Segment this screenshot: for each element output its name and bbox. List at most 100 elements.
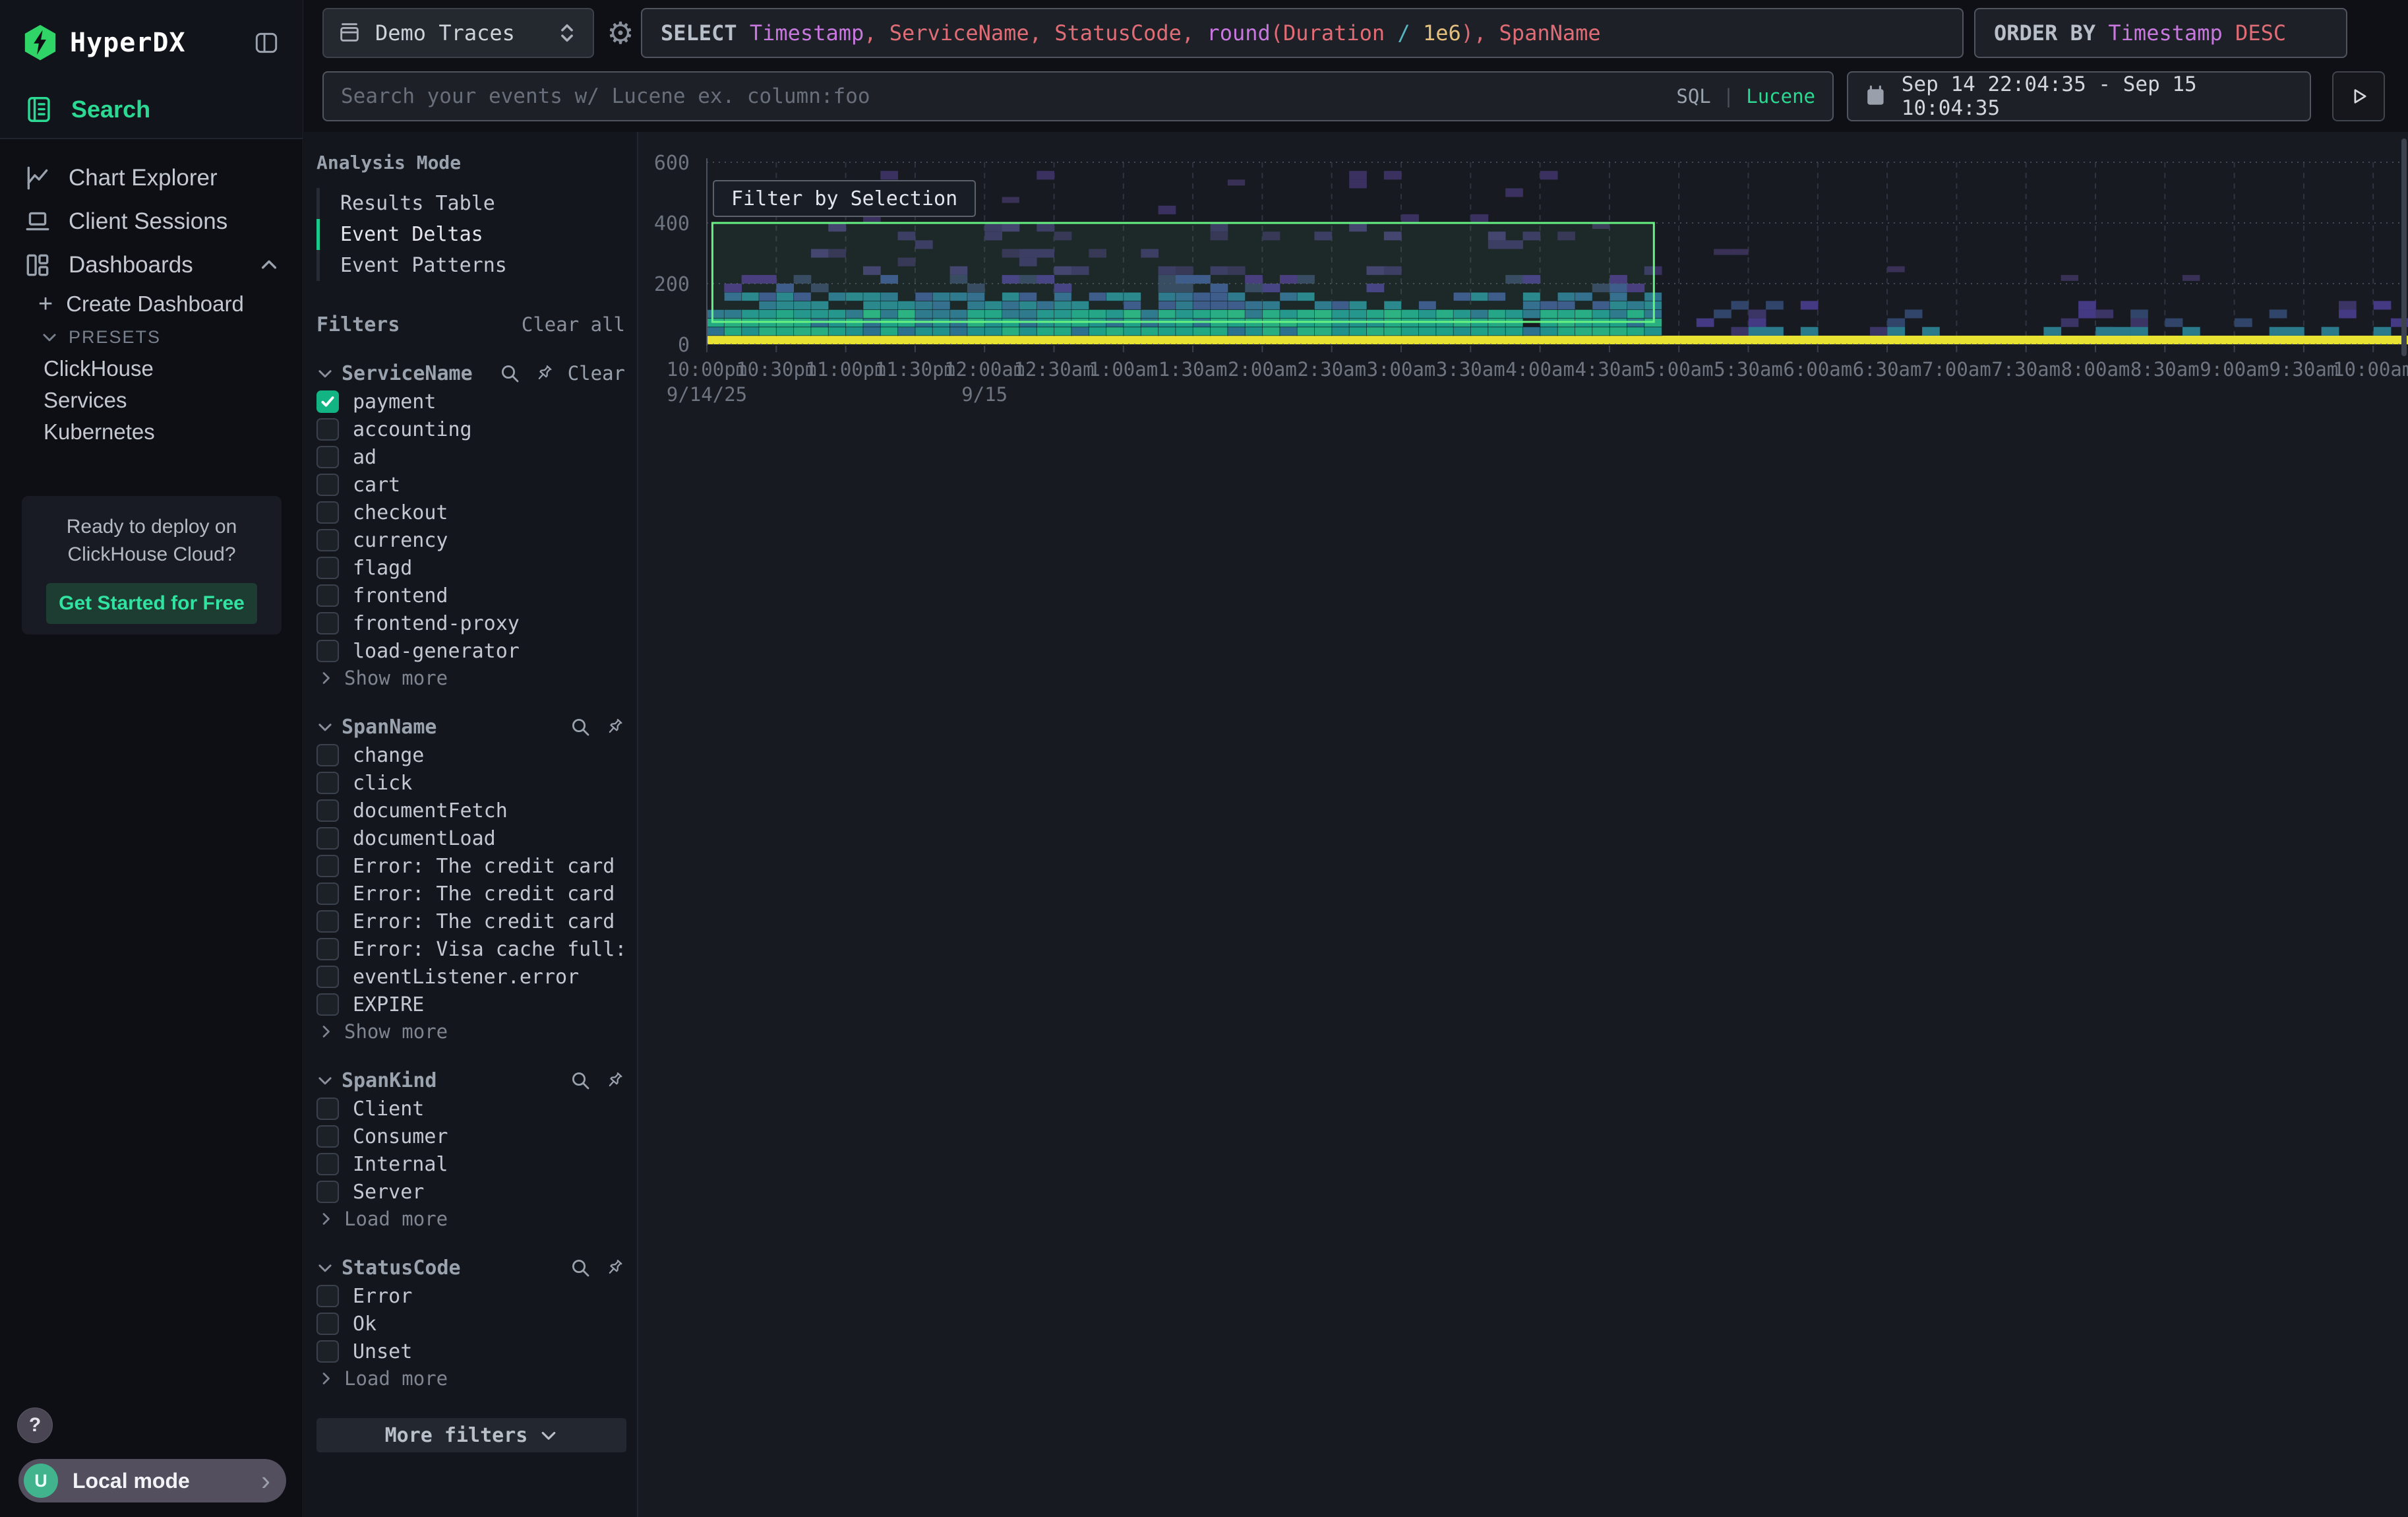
checkbox-unchecked[interactable] [316, 446, 339, 468]
filter-option[interactable]: ad [316, 443, 625, 471]
analysis-mode-event-patterns[interactable]: Event Patterns [316, 250, 625, 281]
show-more-button[interactable]: Load more [316, 1365, 625, 1392]
checkbox-unchecked[interactable] [316, 938, 339, 960]
show-more-button[interactable]: Show more [316, 1018, 625, 1045]
checkbox-unchecked[interactable] [316, 1125, 339, 1148]
checkbox-unchecked[interactable] [316, 557, 339, 579]
show-more-button[interactable]: Show more [316, 665, 625, 691]
filter-option[interactable]: checkout [316, 499, 625, 526]
checkbox-unchecked[interactable] [316, 584, 339, 607]
user-menu[interactable]: U Local mode › [18, 1459, 286, 1502]
toggle-sql[interactable]: SQL [1676, 85, 1710, 108]
show-more-button[interactable]: Load more [316, 1206, 625, 1232]
data-source-select[interactable]: Demo Traces [322, 8, 594, 58]
chevron-down-icon[interactable] [316, 718, 334, 735]
chevron-down-icon[interactable] [316, 1072, 334, 1089]
checkbox-unchecked[interactable] [316, 418, 339, 441]
filter-option[interactable]: EXPIRE [316, 991, 625, 1018]
checkbox-unchecked[interactable] [316, 1313, 339, 1335]
checkbox-unchecked[interactable] [316, 772, 339, 794]
filter-option[interactable]: documentLoad [316, 824, 625, 852]
run-query-button[interactable] [2332, 71, 2385, 121]
checkbox-unchecked[interactable] [316, 827, 339, 850]
checkbox-unchecked[interactable] [316, 474, 339, 496]
checkbox-unchecked[interactable] [316, 799, 339, 822]
pin-icon[interactable] [533, 363, 555, 384]
checkbox-unchecked[interactable] [316, 1098, 339, 1120]
filter-option[interactable]: load-generator [316, 637, 625, 665]
help-button[interactable]: ? [17, 1408, 53, 1443]
vertical-scrollbar[interactable] [2401, 139, 2407, 356]
select-clause-editor[interactable]: SELECT Timestamp, ServiceName, StatusCod… [641, 8, 1964, 58]
filter-option[interactable]: flagd [316, 554, 625, 582]
filter-option[interactable]: eventListener.error [316, 963, 625, 991]
search-input[interactable] [322, 71, 1834, 121]
group-search-icon[interactable] [499, 363, 520, 384]
group-search-icon[interactable] [570, 1070, 591, 1091]
filter-option[interactable]: accounting [316, 416, 625, 443]
filter-option[interactable]: documentFetch [316, 797, 625, 824]
sidebar-collapse-button[interactable] [253, 29, 280, 57]
gear-icon[interactable]: ⚙ [602, 9, 639, 57]
group-search-icon[interactable] [570, 1257, 591, 1278]
filter-option[interactable]: Ok [316, 1310, 625, 1338]
filter-option[interactable]: click [316, 769, 625, 797]
order-by-editor[interactable]: ORDER BY Timestamp DESC [1974, 8, 2347, 58]
chevron-down-icon[interactable] [316, 1259, 334, 1276]
pin-icon[interactable] [604, 716, 625, 737]
analysis-mode-results-table[interactable]: Results Table [316, 188, 625, 219]
checkbox-unchecked[interactable] [316, 882, 339, 905]
chevron-down-icon[interactable] [316, 365, 334, 382]
filter-option[interactable]: Server [316, 1178, 625, 1206]
checkbox-unchecked[interactable] [316, 744, 339, 766]
create-dashboard-button[interactable]: + Create Dashboard [26, 287, 303, 321]
get-started-button[interactable]: Get Started for Free [46, 583, 257, 624]
filter-option[interactable]: frontend [316, 582, 625, 609]
checkbox-unchecked[interactable] [316, 640, 339, 662]
filter-option[interactable]: Client [316, 1095, 625, 1123]
filter-option[interactable]: Error [316, 1282, 625, 1310]
toggle-lucene[interactable]: Lucene [1746, 85, 1815, 108]
checkbox-unchecked[interactable] [316, 993, 339, 1016]
sidebar-item-kubernetes[interactable]: Kubernetes [26, 416, 303, 448]
checkbox-unchecked[interactable] [316, 1153, 339, 1175]
checkbox-unchecked[interactable] [316, 612, 339, 635]
filter-option[interactable]: Unset [316, 1338, 625, 1365]
filter-option[interactable]: Internal [316, 1150, 625, 1178]
filter-option[interactable]: Error: The credit card (… [316, 880, 625, 908]
filter-option[interactable]: currency [316, 526, 625, 554]
sidebar-item-search[interactable]: Search [0, 90, 303, 129]
group-search-icon[interactable] [570, 716, 591, 737]
checkbox-unchecked[interactable] [316, 1340, 339, 1363]
duration-heatmap-chart[interactable]: 020040060010:00pm10:30pm11:00pm11:30pm12… [638, 132, 2408, 442]
pin-icon[interactable] [604, 1257, 625, 1278]
checkbox-unchecked[interactable] [316, 966, 339, 988]
sidebar-item-dashboards[interactable]: Dashboards [0, 243, 303, 287]
sidebar-item-clickhouse[interactable]: ClickHouse [26, 353, 303, 385]
checkbox-unchecked[interactable] [316, 855, 339, 877]
filter-option[interactable]: cart [316, 471, 625, 499]
group-clear-button[interactable]: Clear [568, 362, 625, 385]
filter-by-selection-button[interactable]: Filter by Selection [713, 180, 976, 217]
sidebar-item-client-sessions[interactable]: Client Sessions [0, 200, 303, 243]
presets-toggle[interactable]: PRESETS [26, 321, 303, 353]
clear-all-button[interactable]: Clear all [522, 313, 625, 336]
chevron-up-icon[interactable] [259, 255, 279, 275]
checkbox-checked[interactable] [316, 390, 339, 413]
filter-option[interactable]: Error: Visa cache full: … [316, 935, 625, 963]
filter-option[interactable]: Error: The credit card (… [316, 852, 625, 880]
filter-option[interactable]: Error: The credit card (… [316, 908, 625, 935]
checkbox-unchecked[interactable] [316, 1285, 339, 1307]
pin-icon[interactable] [604, 1070, 625, 1091]
date-range-picker[interactable]: Sep 14 22:04:35 - Sep 15 10:04:35 [1847, 71, 2311, 121]
more-filters-button[interactable]: More filters [316, 1418, 626, 1452]
analysis-mode-event-deltas[interactable]: Event Deltas [316, 219, 625, 250]
sidebar-item-chart-explorer[interactable]: Chart Explorer [0, 156, 303, 200]
checkbox-unchecked[interactable] [316, 501, 339, 524]
filter-option[interactable]: Consumer [316, 1123, 625, 1150]
filter-option[interactable]: change [316, 741, 625, 769]
checkbox-unchecked[interactable] [316, 529, 339, 551]
sidebar-item-services[interactable]: Services [26, 385, 303, 416]
filter-option[interactable]: payment [316, 388, 625, 416]
checkbox-unchecked[interactable] [316, 1181, 339, 1203]
